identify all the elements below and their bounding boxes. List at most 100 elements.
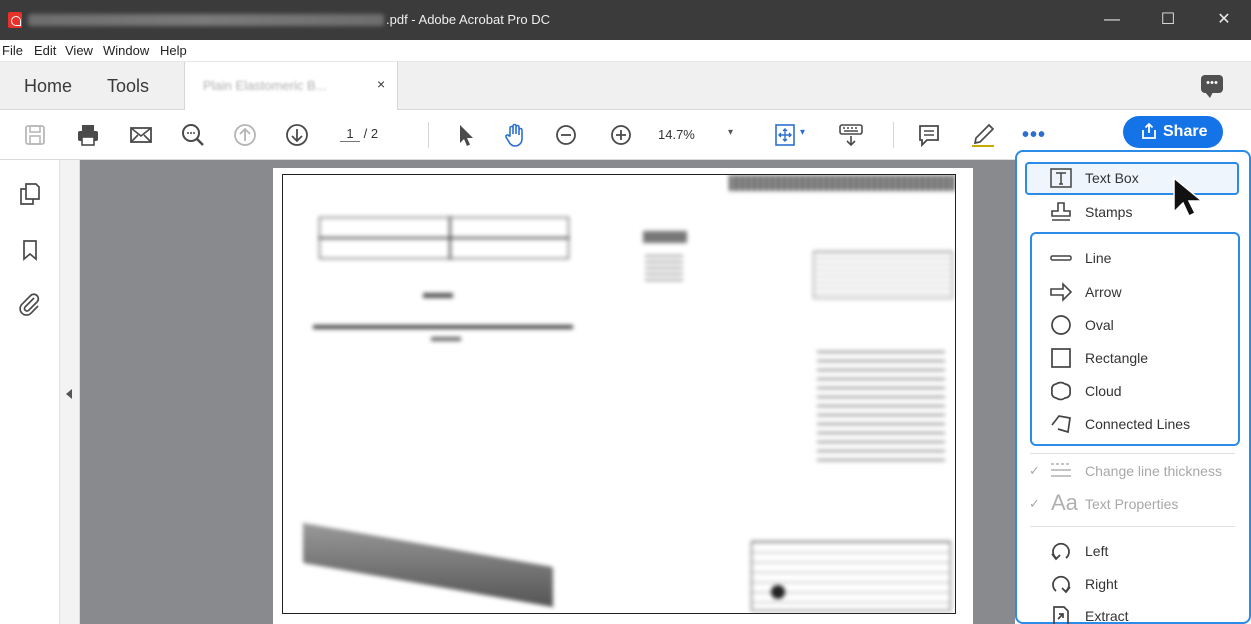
redacted-filename (28, 14, 384, 26)
email-icon[interactable] (128, 122, 154, 148)
zoom-in-icon[interactable] (608, 122, 634, 148)
pdf-page (273, 168, 973, 624)
tab-home[interactable]: Home (24, 76, 72, 97)
connected-lines-tool[interactable]: Connected Lines (1025, 408, 1239, 440)
previous-page-icon[interactable] (232, 122, 258, 148)
cloud-tool[interactable]: Cloud (1025, 375, 1239, 407)
share-button[interactable]: Share (1123, 116, 1223, 148)
arrow-label: Arrow (1085, 284, 1122, 300)
tab-tools[interactable]: Tools (107, 76, 149, 97)
document-viewport[interactable] (80, 160, 1015, 624)
panel-divider (1030, 526, 1235, 527)
line-thickness-icon (1049, 460, 1073, 482)
drawing-caption (423, 293, 453, 298)
stamps-tool[interactable]: Stamps (1025, 196, 1239, 228)
oval-label: Oval (1085, 317, 1114, 333)
tab-document-label: Plain Elastomeric B... (203, 78, 327, 93)
rectangle-label: Rectangle (1085, 350, 1149, 366)
attachments-icon[interactable] (18, 292, 42, 316)
menu-edit[interactable]: Edit (34, 43, 56, 58)
line-label: Line (1085, 250, 1112, 266)
add-comment-icon[interactable] (916, 122, 942, 148)
page-total: / 2 (363, 126, 379, 141)
drawing-sheet (282, 174, 956, 614)
oval-icon (1049, 314, 1073, 336)
zoom-dropdown-icon[interactable]: ▾ (728, 127, 733, 138)
acrobat-window: .pdf - Adobe Acrobat Pro DC — ☐ ✕ File E… (0, 0, 1251, 624)
drawing-table (645, 255, 683, 285)
drawing-centerline (319, 237, 569, 239)
menu-file[interactable]: File (2, 43, 23, 58)
expand-arrow-icon (66, 389, 72, 399)
title-bar: .pdf - Adobe Acrobat Pro DC — ☐ ✕ (0, 0, 1251, 40)
menu-help[interactable]: Help (160, 43, 187, 58)
menu-window[interactable]: Window (103, 43, 149, 58)
minimize-button[interactable]: — (1090, 0, 1134, 40)
close-window-button[interactable]: ✕ (1202, 0, 1246, 40)
share-label: Share (1163, 123, 1208, 140)
zoom-out-icon[interactable] (553, 122, 579, 148)
extract-tool[interactable]: Extract (1025, 600, 1239, 624)
text-properties-label: Text Properties (1085, 496, 1179, 512)
save-icon[interactable] (22, 122, 48, 148)
tab-bar: Home Tools Plain Elastomeric B... × (0, 62, 1251, 110)
menu-bar: File Edit View Window Help (0, 40, 1251, 62)
mouse-cursor-icon (1173, 176, 1205, 216)
cloud-icon (1049, 380, 1073, 402)
maximize-button[interactable]: ☐ (1146, 0, 1190, 40)
acrobat-logo-icon (8, 12, 22, 28)
rotate-right-tool[interactable]: Right (1025, 568, 1239, 600)
drawing-title-strip (729, 175, 955, 191)
line-icon (1049, 247, 1073, 269)
text-properties-icon: Aa (1051, 490, 1078, 515)
search-icon[interactable] (180, 122, 206, 148)
fit-page-dropdown-icon[interactable]: ▾ (800, 127, 805, 138)
line-tool[interactable]: Line (1025, 242, 1239, 274)
change-line-thickness-label: Change line thickness (1085, 463, 1222, 479)
stamp-icon (1049, 201, 1073, 223)
print-icon[interactable] (75, 122, 101, 148)
bookmarks-icon[interactable] (18, 238, 42, 262)
text-box-tool[interactable]: Text Box (1025, 162, 1239, 194)
page-number-input[interactable]: 1 (340, 126, 360, 142)
drawing-isometric-pad (303, 522, 553, 608)
connected-lines-label: Connected Lines (1085, 416, 1191, 432)
extract-icon (1049, 605, 1073, 624)
highlight-pen-icon[interactable] (970, 122, 996, 148)
drawing-general-notes (817, 351, 945, 461)
tab-close-icon[interactable]: × (377, 76, 385, 92)
share-icon (1142, 123, 1156, 139)
stamps-label: Stamps (1085, 204, 1133, 220)
hand-tool-icon[interactable] (502, 122, 528, 148)
menu-view[interactable]: View (65, 43, 93, 58)
page-thumbnails-icon[interactable] (18, 182, 42, 206)
comment-icon[interactable] (1201, 75, 1223, 98)
next-page-icon[interactable] (284, 122, 310, 148)
tab-document[interactable]: Plain Elastomeric B... × (184, 62, 398, 110)
panel-divider (1030, 453, 1235, 454)
rotate-right-icon (1049, 573, 1073, 595)
more-tools-icon[interactable]: ••• (1022, 124, 1046, 147)
toolbar-divider (428, 122, 429, 148)
check-icon: ✓ (1029, 496, 1040, 511)
text-properties-option: ✓ Aa Text Properties (1025, 488, 1239, 520)
zoom-level[interactable]: 14.7% (658, 127, 695, 142)
rotate-left-label: Left (1085, 543, 1109, 559)
text-box-label: Text Box (1085, 170, 1139, 186)
left-navigation-pane (0, 160, 60, 624)
arrow-tool[interactable]: Arrow (1025, 276, 1239, 308)
drawing-caption-2 (431, 337, 461, 341)
window-title: .pdf - Adobe Acrobat Pro DC (386, 12, 551, 27)
select-tool-icon[interactable] (453, 122, 479, 148)
drawing-divider (449, 217, 451, 259)
oval-tool[interactable]: Oval (1025, 309, 1239, 341)
text-box-icon (1049, 167, 1073, 189)
rotate-right-label: Right (1085, 576, 1118, 592)
keyboard-scroll-icon[interactable] (838, 122, 864, 148)
drawing-table-header (643, 231, 687, 243)
expand-panel-handle[interactable] (60, 160, 80, 624)
rectangle-tool[interactable]: Rectangle (1025, 342, 1239, 374)
fit-page-icon[interactable] (772, 122, 798, 148)
rotate-left-tool[interactable]: Left (1025, 535, 1239, 567)
arrow-icon (1049, 281, 1073, 303)
